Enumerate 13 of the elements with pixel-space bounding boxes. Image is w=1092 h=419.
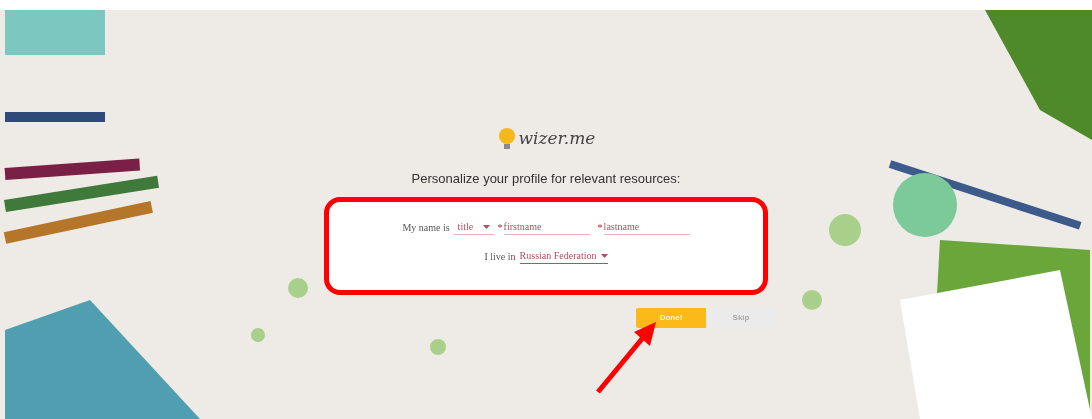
title-dropdown[interactable]: title bbox=[453, 219, 494, 235]
country-dropdown[interactable]: Russian Federation bbox=[519, 248, 608, 264]
logo-text: wizer.me bbox=[518, 127, 596, 150]
field-label: I live in bbox=[484, 250, 516, 264]
lastname-input[interactable]: lastname bbox=[603, 219, 690, 235]
required-mark: * bbox=[597, 221, 603, 235]
field-label: My name is bbox=[402, 221, 450, 235]
caret-icon bbox=[482, 224, 490, 229]
caret-icon bbox=[600, 253, 608, 258]
required-mark: * bbox=[497, 221, 503, 235]
page-heading: Personalize your profile for relevant resources: bbox=[411, 169, 681, 188]
firstname-input[interactable]: firstname bbox=[503, 219, 590, 235]
lightbulb-icon bbox=[498, 127, 515, 150]
